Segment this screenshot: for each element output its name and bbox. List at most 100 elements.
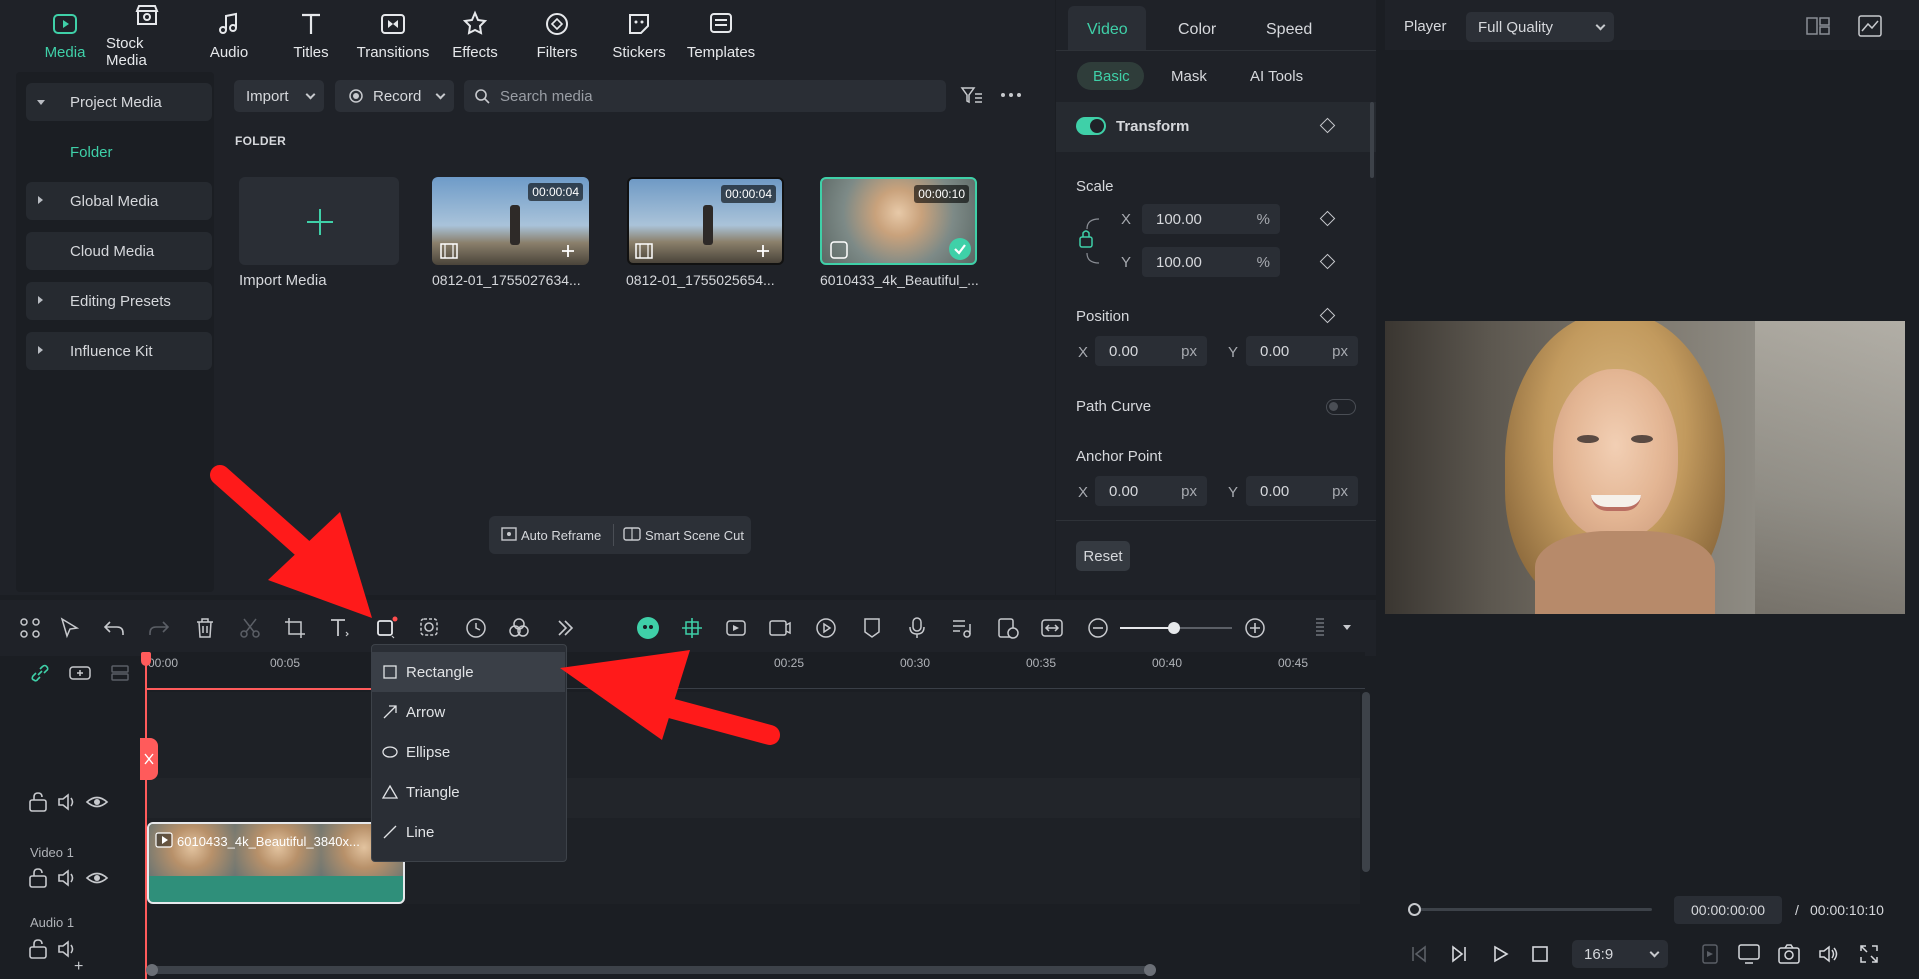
audio-track-mute-icon[interactable]: [56, 937, 74, 958]
media-thumb-3[interactable]: 00:00:10: [820, 177, 977, 265]
undo-icon[interactable]: [102, 616, 126, 640]
quality-dropdown[interactable]: Full Quality: [1466, 12, 1614, 42]
tab-transitions[interactable]: Transitions: [352, 0, 434, 70]
tab-video[interactable]: Video: [1087, 21, 1128, 39]
tab-templates[interactable]: Templates: [680, 0, 762, 70]
drag-handle-icon[interactable]: [1308, 616, 1332, 640]
import-dropdown[interactable]: Import: [234, 80, 324, 112]
playhead-split-handle[interactable]: [140, 738, 158, 780]
shape-tool-icon[interactable]: [374, 616, 398, 640]
link-icon[interactable]: [28, 661, 49, 682]
zoom-out-icon[interactable]: [1086, 616, 1110, 640]
add-icon[interactable]: [755, 243, 771, 259]
tab-effects[interactable]: Effects: [434, 0, 516, 70]
scrollbar-handle-left[interactable]: [146, 964, 158, 976]
cut-icon[interactable]: [238, 616, 262, 640]
auto-ripple-icon[interactable]: [724, 616, 748, 640]
sidebar-item-project-media[interactable]: Project Media: [26, 83, 212, 121]
scale-x-field[interactable]: 100.00%: [1142, 204, 1280, 234]
crop-icon[interactable]: [283, 616, 307, 640]
play-icon[interactable]: [1492, 945, 1510, 963]
volume-icon[interactable]: [1818, 944, 1840, 964]
filter-sort-icon[interactable]: [960, 86, 984, 106]
playhead-handle[interactable]: [141, 652, 151, 666]
add-icon[interactable]: [560, 243, 576, 259]
tab-stock-media[interactable]: Stock Media: [106, 0, 188, 70]
sidebar-item-global-media[interactable]: Global Media: [26, 182, 212, 220]
scale-y-field[interactable]: 100.00%: [1142, 247, 1280, 277]
anchor-y-field[interactable]: 0.00 px: [1246, 476, 1358, 506]
fullscreen-icon[interactable]: [1860, 945, 1878, 963]
lock-track-icon[interactable]: [26, 790, 47, 812]
sidebar-item-cloud-media[interactable]: Cloud Media: [26, 232, 212, 270]
sidebar-item-influence-kit[interactable]: Influence Kit: [26, 332, 212, 370]
auto-reframe-button[interactable]: Auto Reframe: [521, 528, 601, 543]
lock-icon[interactable]: [1077, 215, 1107, 267]
menu-item-triangle[interactable]: Triangle: [371, 772, 565, 812]
search-input[interactable]: [500, 80, 930, 112]
select-tool-icon[interactable]: [58, 616, 82, 640]
path-curve-toggle[interactable]: [1326, 399, 1356, 415]
stop-icon[interactable]: [1532, 946, 1548, 962]
tab-media[interactable]: Media: [24, 0, 106, 70]
chevron-down-icon[interactable]: [1343, 625, 1351, 630]
media-thumb-2[interactable]: 00:00:04: [627, 177, 784, 265]
redo-icon[interactable]: [147, 616, 171, 640]
layout-icon[interactable]: [1806, 16, 1830, 36]
next-frame-icon[interactable]: [1450, 945, 1468, 963]
position-x-field[interactable]: 0.00 px: [1095, 336, 1207, 366]
menu-item-arrow[interactable]: Arrow: [371, 692, 565, 732]
audio-track-mute-icon[interactable]: [56, 866, 74, 887]
menu-item-line[interactable]: Line: [371, 812, 565, 852]
track-settings-icon[interactable]: [108, 661, 132, 681]
display-icon[interactable]: [1738, 944, 1760, 964]
snap-icon[interactable]: [680, 616, 704, 640]
mask-tool-icon[interactable]: [418, 616, 442, 640]
speed-icon[interactable]: [464, 616, 488, 640]
anchor-x-field[interactable]: 0.00 px: [1095, 476, 1207, 506]
panel-scrollbar[interactable]: [1370, 102, 1374, 178]
subtab-ai-tools[interactable]: AI Tools: [1250, 68, 1303, 85]
marker-icon[interactable]: [860, 616, 884, 640]
add-track-icon[interactable]: [68, 661, 92, 681]
menu-item-ellipse[interactable]: Ellipse: [371, 732, 565, 772]
tab-titles[interactable]: Titles: [270, 0, 352, 70]
tab-audio[interactable]: Audio: [188, 0, 270, 70]
render-icon[interactable]: [814, 616, 838, 640]
tab-stickers[interactable]: Stickers: [598, 0, 680, 70]
color-icon[interactable]: [507, 616, 531, 640]
timeline-v-scrollbar[interactable]: [1362, 692, 1370, 872]
tab-filters[interactable]: Filters: [516, 0, 598, 70]
sidebar-item-folder[interactable]: Folder: [26, 133, 212, 171]
more-tools-icon[interactable]: [553, 616, 577, 640]
fit-timeline-icon[interactable]: [1040, 616, 1064, 640]
playhead[interactable]: [145, 652, 147, 979]
record-dropdown[interactable]: Record: [335, 80, 454, 112]
eye-icon[interactable]: [85, 790, 109, 808]
music-list-icon[interactable]: [950, 616, 974, 640]
microphone-icon[interactable]: [905, 616, 929, 640]
ai-copilot-icon[interactable]: [636, 616, 660, 640]
position-y-field[interactable]: 0.00 px: [1246, 336, 1358, 366]
audio-track-mute-icon[interactable]: [56, 790, 74, 811]
subtab-mask[interactable]: Mask: [1171, 68, 1207, 85]
transform-toggle[interactable]: [1076, 117, 1106, 135]
tab-speed[interactable]: Speed: [1266, 21, 1312, 39]
playback-slider-handle[interactable]: [1408, 903, 1421, 916]
tab-color[interactable]: Color: [1178, 21, 1216, 39]
previous-frame-icon[interactable]: [1410, 945, 1428, 963]
apps-icon[interactable]: [18, 616, 42, 640]
snapshot-view-icon[interactable]: [1858, 15, 1882, 37]
current-time[interactable]: 00:00:00:00: [1674, 896, 1782, 924]
video-preview[interactable]: [1385, 321, 1905, 614]
timeline-h-scrollbar[interactable]: [148, 966, 1156, 974]
smart-scene-cut-button[interactable]: Smart Scene Cut: [645, 528, 744, 543]
media-thumb-1[interactable]: 00:00:04: [432, 177, 589, 265]
scrollbar-handle-right[interactable]: [1144, 964, 1156, 976]
sidebar-item-editing-presets[interactable]: Editing Presets: [26, 282, 212, 320]
lock-track-icon[interactable]: [26, 866, 47, 888]
playback-slider[interactable]: [1414, 908, 1652, 911]
delete-icon[interactable]: [193, 616, 217, 640]
render-preview-icon[interactable]: [1702, 944, 1718, 964]
replace-icon[interactable]: [996, 616, 1020, 640]
